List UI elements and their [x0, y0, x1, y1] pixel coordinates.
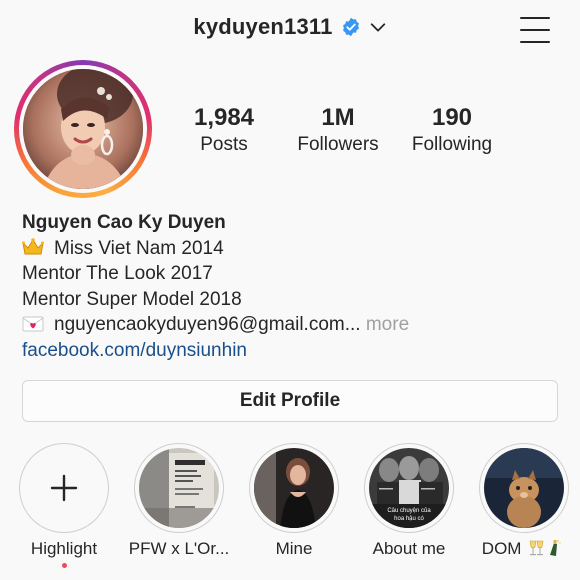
highlight-label: DOM: [469, 539, 579, 559]
edit-profile-button[interactable]: Edit Profile: [22, 380, 558, 422]
highlight-thumbnail: [484, 448, 564, 528]
highlight-thumbnail: [254, 448, 334, 528]
bio-email-line: nguyencaokyduyen96@gmail.com... more: [22, 312, 562, 338]
highlight-thumbnail: [139, 448, 219, 528]
profile-bio: Nguyen Cao Ky Duyen Miss Viet Nam 2014 M…: [22, 210, 562, 363]
more-link[interactable]: more: [366, 314, 409, 335]
highlight-label: About me: [372, 539, 446, 558]
overlay-text-2: hoa hậu có: [394, 516, 424, 522]
followers-label: Followers: [297, 134, 379, 155]
chevron-down-icon[interactable]: [369, 18, 387, 36]
profile-stats: 1,984 Posts 1M Followers 190 Following: [168, 104, 508, 158]
followers-count: 1M: [321, 104, 355, 131]
menu-hamburger-icon[interactable]: [520, 17, 550, 43]
posts-count: 1,984: [193, 104, 255, 131]
highlight-mine[interactable]: Mine: [239, 443, 349, 559]
following-count: 190: [431, 104, 473, 131]
username-switcher[interactable]: kyduyen1311: [0, 14, 580, 40]
profile-header: kyduyen1311: [0, 0, 580, 62]
bio-line: Mentor Super Model 2018: [22, 288, 242, 310]
avatar-photo: [23, 69, 143, 189]
highlight-label: Highlight: [30, 539, 98, 558]
plus-icon: [24, 448, 104, 528]
posts-label: Posts: [200, 134, 248, 155]
highlight-about-me[interactable]: Câu chuyện của hoa hậu có About me: [354, 443, 464, 559]
following-stat[interactable]: 190 Following: [396, 104, 508, 158]
bio-website-link[interactable]: facebook.com/duynsiunhin: [22, 338, 562, 364]
champagne-emoji-icon: [526, 539, 566, 558]
verified-badge-icon: [342, 17, 359, 37]
highlight-new[interactable]: Highlight: [9, 443, 119, 568]
highlight-thumbnail: Câu chuyện của hoa hậu có: [369, 448, 449, 528]
crown-emoji-icon: [22, 236, 44, 262]
bio-line: Mentor The Look 2017: [22, 263, 213, 284]
overlay-text-1: Câu chuyện của: [387, 507, 431, 514]
profile-name: Nguyen Cao Ky Duyen: [22, 212, 226, 233]
notification-dot: [61, 563, 67, 568]
highlight-label: Mine: [275, 539, 313, 558]
highlight-dom[interactable]: DOM: [469, 443, 579, 559]
highlight-label: PFW x L'Or...: [128, 539, 230, 558]
posts-stat[interactable]: 1,984 Posts: [168, 104, 280, 158]
story-highlights: Highlight PFW x L'Or... Mine Câu chuyện …: [0, 443, 580, 580]
following-label: Following: [411, 134, 493, 155]
bio-line: Miss Viet Nam 2014: [22, 236, 562, 262]
username[interactable]: kyduyen1311: [193, 14, 332, 40]
highlight-pfw[interactable]: PFW x L'Or...: [124, 443, 234, 559]
bio-email: nguyencaokyduyen96@gmail.com...: [54, 314, 361, 335]
love-letter-emoji-icon: [22, 312, 44, 338]
followers-stat[interactable]: 1M Followers: [282, 104, 394, 158]
profile-avatar[interactable]: [14, 60, 152, 198]
